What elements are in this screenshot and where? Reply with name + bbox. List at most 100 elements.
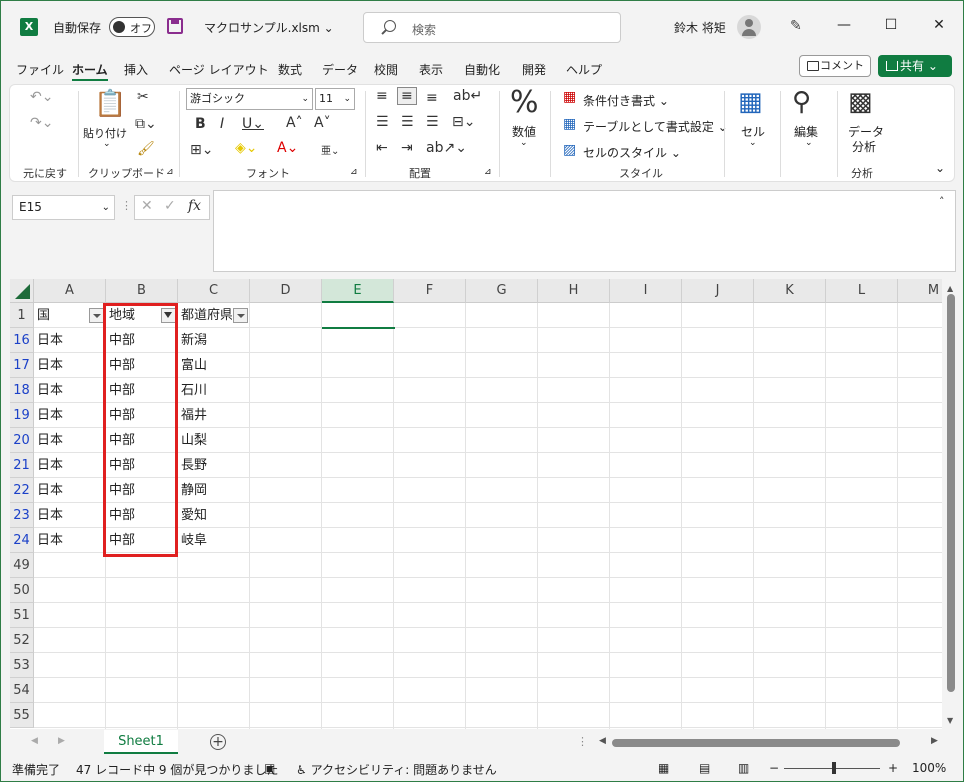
cancel-icon[interactable]: ✕ [141,198,153,214]
row-header[interactable]: 1 [10,303,34,328]
column-header[interactable]: H [538,279,610,303]
next-sheet-icon[interactable]: ▶ [58,736,65,746]
column-header[interactable]: B [106,279,178,303]
increase-indent-icon[interactable]: ⇥ [401,140,413,156]
normal-view-icon[interactable]: ▦ [658,761,669,775]
row-header[interactable]: 54 [10,678,34,703]
font-name-select[interactable]: 游ゴシック ⌄ [186,88,313,110]
sheet-tab[interactable]: Sheet1 [104,730,178,754]
tab-home[interactable]: ホーム [72,61,108,81]
orientation-icon[interactable]: ab↗⌄ [426,140,467,156]
italic-icon[interactable]: I [220,116,224,132]
tab-help[interactable]: ヘルプ [566,61,602,78]
search-box[interactable]: 検索 [363,12,621,43]
name-box[interactable]: E15 ⌄ [12,195,115,220]
worksheet-grid[interactable]: A B C D E F G H I J K L M 1 国地域 都道府県 16 日本 中部 新潟 17 日本 中部 富山 18 日… [10,279,942,729]
add-sheet-icon[interactable]: + [210,734,226,750]
conditional-format-button[interactable]: 条件付き書式 ⌄ [583,92,669,109]
vertical-scrollbar[interactable]: ▲ ▼ [944,284,958,729]
align-right-icon[interactable]: ☰ [426,114,439,130]
table-cell[interactable]: 日本 [34,403,106,428]
copy-icon[interactable]: ⧉⌄ [135,116,157,132]
decrease-font-icon[interactable]: A˅ [314,115,331,131]
accessibility-status[interactable]: ♿ アクセシビリティ: 問題ありません [296,761,497,778]
underline-icon[interactable]: U⌄ [242,116,264,132]
close-button[interactable]: ✕ [929,17,949,33]
conditional-format-icon[interactable]: ▦ [563,89,576,105]
column-header[interactable]: G [466,279,538,303]
cell-styles-icon[interactable]: ▨ [563,142,576,158]
tab-file[interactable]: ファイル [16,61,64,78]
undo-icon[interactable]: ↶⌄ [30,89,53,105]
wrap-text-icon[interactable]: ab↵ [453,88,482,104]
paste-icon[interactable]: 📋 [94,89,126,119]
zoom-slider-knob[interactable] [832,762,836,774]
data-analysis-label-2[interactable]: 分析 [852,138,876,155]
zoom-level[interactable]: 100% [912,761,946,775]
table-cell[interactable]: 日本 [34,528,106,553]
font-color-icon[interactable]: A⌄ [277,140,298,156]
table-cell[interactable]: 新潟 [178,328,250,353]
enter-icon[interactable]: ✓ [164,198,176,214]
row-header[interactable]: 49 [10,553,34,578]
percent-icon[interactable]: % [510,85,539,120]
redo-icon[interactable]: ↷⌄ [30,115,53,131]
row-header[interactable]: 53 [10,653,34,678]
designer-pen-icon[interactable]: ✎ [790,18,806,34]
border-icon[interactable]: ⊞⌄ [190,142,213,158]
merge-center-icon[interactable]: ⊟⌄ [452,114,475,130]
table-cell[interactable]: 日本 [34,453,106,478]
row-header[interactable]: 18 [10,378,34,403]
column-header[interactable]: M [898,279,942,303]
table-cell[interactable]: 静岡 [178,478,250,503]
editing-dropdown-icon[interactable]: ⌄ [805,138,813,148]
decrease-indent-icon[interactable]: ⇤ [376,140,388,156]
column-header[interactable]: F [394,279,466,303]
maximize-button[interactable]: ☐ [881,17,901,33]
align-top-icon[interactable]: ≡ [376,88,388,104]
table-cell[interactable]: 日本 [34,353,106,378]
filter-dropdown-icon[interactable] [89,308,104,323]
table-cell[interactable]: 山梨 [178,428,250,453]
horizontal-scroll-thumb[interactable] [612,739,900,747]
scroll-down-icon[interactable]: ▼ [947,716,953,725]
row-header[interactable]: 52 [10,628,34,653]
cut-icon[interactable]: ✂ [137,89,149,105]
bold-icon[interactable]: B [195,116,206,132]
zoom-in-icon[interactable]: + [888,761,898,775]
table-cell[interactable]: 富山 [178,353,250,378]
scroll-up-icon[interactable]: ▲ [947,284,953,293]
row-header[interactable]: 16 [10,328,34,353]
tab-review[interactable]: 校閲 [374,61,398,78]
row-header[interactable]: 22 [10,478,34,503]
tab-view[interactable]: 表示 [419,61,443,78]
alignment-launcher-icon[interactable]: ⊿ [484,167,492,177]
increase-font-icon[interactable]: A˄ [286,115,303,131]
share-button[interactable]: 共有 ⌄ [878,55,952,77]
zoom-out-icon[interactable]: − [769,761,779,775]
fill-color-icon[interactable]: ◈⌄ [235,140,258,156]
column-header[interactable]: E [322,279,394,303]
table-cell[interactable]: 福井 [178,403,250,428]
formula-input[interactable]: ˄ [213,190,956,272]
tab-data[interactable]: データ [322,61,358,78]
number-dropdown-icon[interactable]: ⌄ [520,138,528,148]
avatar[interactable] [737,15,761,39]
cell-styles-button[interactable]: セルのスタイル ⌄ [583,144,681,161]
table-cell[interactable]: 日本 [34,478,106,503]
column-header[interactable]: C [178,279,250,303]
ribbon-collapse-icon[interactable]: ⌄ [935,161,945,175]
minimize-button[interactable]: — [834,17,854,33]
table-cell[interactable]: 石川 [178,378,250,403]
tab-automate[interactable]: 自動化 [464,61,500,78]
table-cell[interactable]: 長野 [178,453,250,478]
sheet-bar-grip-icon[interactable]: ⋮ [577,735,588,748]
column-header[interactable]: K [754,279,826,303]
scroll-right-icon[interactable]: ▶ [931,736,938,746]
table-cell[interactable]: 日本 [34,503,106,528]
autosave-toggle[interactable]: オフ [109,17,155,37]
column-header[interactable]: L [826,279,898,303]
macro-record-icon[interactable]: ▣ [264,761,275,775]
paste-dropdown-icon[interactable]: ⌄ [103,139,111,149]
row-header[interactable]: 17 [10,353,34,378]
